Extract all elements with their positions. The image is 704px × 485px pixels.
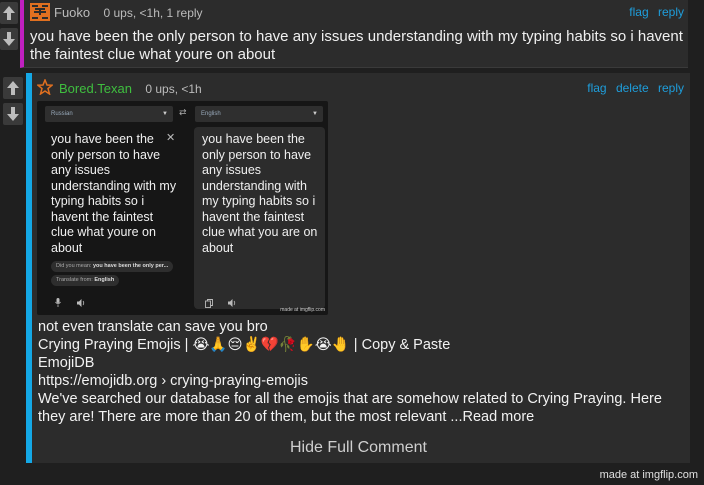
image-watermark: made at imgflip.com <box>280 307 325 313</box>
flag-link[interactable]: flag <box>587 81 606 95</box>
comment-text-line: EmojiDB <box>38 355 95 371</box>
translate-from-chip: Translate from: English <box>51 275 120 286</box>
username[interactable]: Bored.Texan <box>59 81 132 96</box>
comment-meta: 0 ups, <1h <box>145 82 202 96</box>
upvote-button[interactable] <box>3 77 23 99</box>
downvote-button[interactable] <box>0 28 18 50</box>
did-you-mean-chip: Did you mean: you have been the only per… <box>51 261 174 272</box>
target-language-select: English ▼ <box>195 106 323 122</box>
clear-icon: ✕ <box>166 132 176 144</box>
arrow-up-icon <box>7 81 19 95</box>
comment-text-line: they are! There are more than 20 of them… <box>38 409 535 425</box>
reply-link[interactable]: reply <box>658 5 684 19</box>
speaker-icon <box>77 294 86 312</box>
translate-screenshot-image: Russian ▼ ⇄ English ▼ you have been the on… <box>37 101 328 315</box>
username[interactable]: Fuoko <box>54 5 90 20</box>
target-text: you have been the only person to have an… <box>202 132 318 255</box>
downvote-button[interactable] <box>3 103 23 125</box>
arrow-up-icon <box>3 6 15 20</box>
microphone-icon <box>55 294 61 312</box>
comment-text-line: not even translate can save you bro <box>38 319 268 335</box>
hide-full-comment-button[interactable]: Hide Full Comment <box>290 439 427 457</box>
upvote-button[interactable] <box>0 2 18 24</box>
swap-languages-icon: ⇄ <box>179 107 187 117</box>
reply-link[interactable]: reply <box>658 81 684 95</box>
comment-meta: 0 ups, <1h, 1 reply <box>103 6 203 20</box>
flag-link[interactable]: flag <box>629 5 648 19</box>
arrow-down-icon <box>3 32 15 46</box>
comment-text-line: you have been the only person to have an… <box>30 28 683 45</box>
source-language-select: Russian ▼ <box>45 106 173 122</box>
user-avatar-icon[interactable] <box>30 3 50 21</box>
comment-text-line: https://emojidb.org › crying-praying-emo… <box>38 373 308 389</box>
imgflip-watermark: made at imgflip.com <box>599 469 698 481</box>
star-avatar-icon[interactable] <box>36 77 54 100</box>
copy-icon <box>205 295 213 313</box>
comment-fuoko: Fuoko 0 ups, <1h, 1 reply flag reply you… <box>20 0 688 68</box>
comment-text-line: the faintest clue what youre on about <box>30 46 276 63</box>
comment-text-line: We've searched our database for all the … <box>38 391 662 407</box>
comment-text-line: Crying Praying Emojis | 😭🙏😔✌️💔🥀✋😭🤚 | Cop… <box>38 337 451 353</box>
delete-link[interactable]: delete <box>616 81 649 95</box>
speaker-icon <box>228 294 237 312</box>
arrow-down-icon <box>7 107 19 121</box>
source-text: you have been the only person to have an… <box>51 132 177 255</box>
